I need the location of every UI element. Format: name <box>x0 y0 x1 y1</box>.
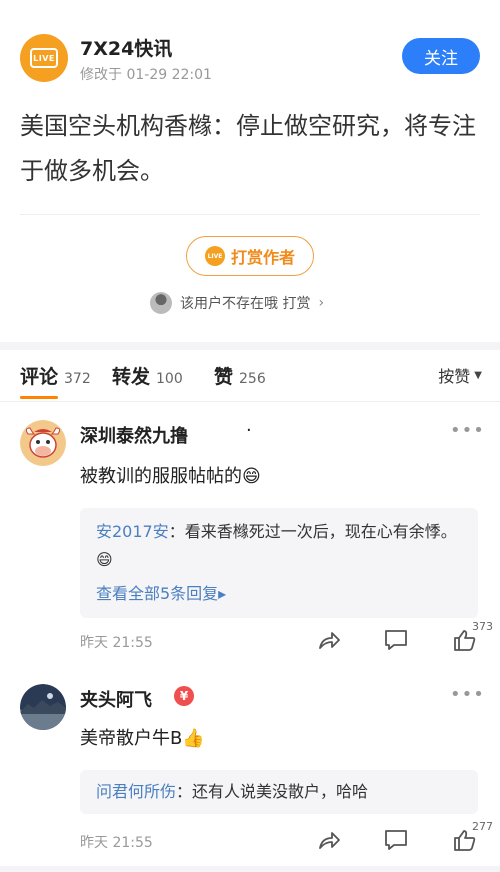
rewarder-row[interactable]: 该用户不存在哦 打赏 › <box>150 291 324 315</box>
post-header: LIVE 7X24快讯 修改于 01-29 22:01 关注 <box>0 0 500 92</box>
tab-label: 评论 <box>20 366 59 388</box>
comment-text: 被教训的服服帖帖的😄 <box>80 466 261 487</box>
reply-preview[interactable]: 问君何所伤：还有人说美没散户，哈哈 <box>80 770 478 814</box>
reward-label: 打赏作者 <box>230 248 295 267</box>
name-dot: · <box>246 420 252 441</box>
section-divider <box>0 342 500 350</box>
follow-button[interactable]: 关注 <box>402 38 480 74</box>
sort-label: 按赞 <box>438 367 471 386</box>
tab-label: 转发 <box>112 366 151 388</box>
tab-count: 256 <box>239 371 266 387</box>
reward-author-button[interactable]: LIVE 打赏作者 <box>186 236 314 276</box>
reply-user[interactable]: 问君何所伤 <box>96 782 176 801</box>
live-tv-icon: LIVE <box>30 48 58 68</box>
rewarder-text: 该用户不存在哦 打赏 <box>180 296 311 312</box>
commenter-name[interactable]: 夹头阿飞 <box>80 686 152 712</box>
landscape-avatar-icon <box>20 684 66 730</box>
more-options-icon[interactable]: ••• <box>450 684 485 705</box>
cow-avatar-icon <box>20 420 66 466</box>
sort-dropdown[interactable]: 按赞 ▼ <box>438 363 482 387</box>
section-divider <box>0 866 500 872</box>
vip-badge-icon: ¥ <box>174 686 194 706</box>
tab-label: 赞 <box>214 366 234 388</box>
tab-count: 372 <box>64 371 91 387</box>
account-name[interactable]: 7X24快讯 <box>80 34 172 61</box>
comment-time: 昨天 21:55 <box>80 635 153 651</box>
comment-time: 昨天 21:55 <box>80 835 153 851</box>
tab-reposts[interactable]: 转发 100 <box>112 362 183 389</box>
like-count: 277 <box>472 820 493 833</box>
reply-preview[interactable]: 安2017安：看来香橼死过一次后，现在心有余悸。😄 查看全部5条回复▸ <box>80 508 478 618</box>
tab-likes[interactable]: 赞 256 <box>214 362 266 389</box>
more-options-icon[interactable]: ••• <box>450 420 485 441</box>
reply-user[interactable]: 安2017安 <box>96 522 169 541</box>
commenter-avatar[interactable] <box>20 684 66 730</box>
active-tab-indicator <box>20 396 58 399</box>
caret-down-icon: ▼ <box>474 369 482 381</box>
tab-count: 100 <box>156 371 183 387</box>
share-icon[interactable] <box>316 828 342 852</box>
divider <box>20 214 480 215</box>
post-body: 美国空头机构香橼：停止做空研究，将专注于做多机会。 <box>20 112 476 185</box>
commenter-avatar[interactable] <box>20 420 66 466</box>
account-avatar[interactable]: LIVE <box>20 34 68 82</box>
share-icon[interactable] <box>316 628 342 652</box>
comment-icon[interactable] <box>383 828 409 852</box>
commenter-name[interactable]: 深圳泰然九撸 <box>80 422 188 448</box>
like-count: 373 <box>472 620 493 633</box>
comment-icon[interactable] <box>383 628 409 652</box>
view-all-replies-link[interactable]: 查看全部5条回复▸ <box>96 580 462 608</box>
rewarder-avatar <box>150 292 172 314</box>
live-icon: LIVE <box>204 246 225 266</box>
reply-text: ：还有人说美没散户，哈哈 <box>176 782 369 801</box>
divider <box>0 401 500 402</box>
tab-comments[interactable]: 评论 372 <box>20 362 91 389</box>
comment-tabs: 评论 372 转发 100 赞 256 按赞 ▼ <box>0 350 500 402</box>
comment-text: 美帝散户牛B👍 <box>80 728 205 749</box>
chevron-right-icon: › <box>318 295 325 311</box>
post-modified-time: 修改于 01-29 22:01 <box>80 67 212 83</box>
